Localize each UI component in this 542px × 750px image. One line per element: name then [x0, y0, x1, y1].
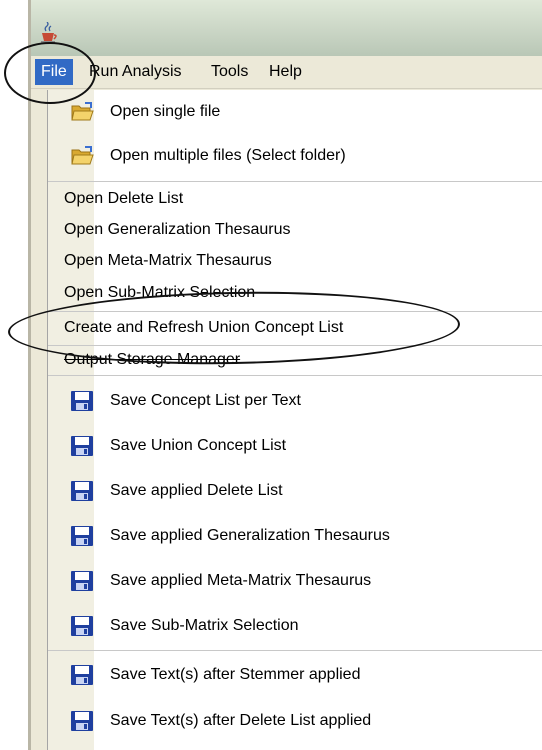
folder-open-icon — [70, 145, 94, 167]
floppy-disk-icon — [70, 570, 94, 592]
menu-item-label: Save Text(s) after Delete List applied — [110, 712, 372, 729]
menu-item-label: Open multiple files (Select folder) — [110, 147, 346, 164]
file-dropdown-menu: Open single file Open multiple files (Se… — [47, 90, 542, 750]
menu-run-analysis[interactable]: Run Analysis — [83, 59, 188, 85]
menu-item-save-applied-delete-list[interactable]: Save applied Delete List — [48, 468, 542, 514]
menu-item-save-text-after-stemmer[interactable]: Save Text(s) after Stemmer applied — [48, 652, 542, 698]
floppy-disk-icon — [70, 710, 94, 732]
menu-tools[interactable]: Tools — [205, 59, 254, 85]
menu-item-label: Open Meta-Matrix Thesaurus — [64, 252, 272, 269]
menu-item-save-applied-meta-matrix-thesaurus[interactable]: Save applied Meta-Matrix Thesaurus — [48, 558, 542, 604]
floppy-disk-icon — [70, 480, 94, 502]
folder-open-icon — [70, 101, 94, 123]
menu-separator — [48, 181, 542, 182]
floppy-disk-icon — [70, 664, 94, 686]
java-cup-icon — [41, 22, 57, 43]
menu-item-label: Open single file — [110, 103, 221, 120]
menu-help[interactable]: Help — [263, 59, 308, 85]
floppy-disk-icon — [70, 435, 94, 457]
menu-item-save-text-after-delete-list[interactable]: Save Text(s) after Delete List applied — [48, 698, 542, 744]
menu-item-save-applied-generalization-thesaurus[interactable]: Save applied Generalization Thesaurus — [48, 514, 542, 558]
menu-separator — [48, 650, 542, 651]
menu-item-open-meta-matrix-thesaurus[interactable]: Open Meta-Matrix Thesaurus — [48, 246, 542, 276]
menu-item-save-concept-list-per-text[interactable]: Save Concept List per Text — [48, 378, 542, 424]
floppy-disk-icon — [70, 525, 94, 547]
menu-item-label: Save Sub-Matrix Selection — [110, 617, 299, 634]
menu-item-label: Save Text(s) after Stemmer applied — [110, 666, 361, 683]
menu-item-label: Open Delete List — [64, 190, 184, 207]
menu-item-label: Save applied Generalization Thesaurus — [110, 527, 390, 544]
menu-item-label: Open Generalization Thesaurus — [64, 221, 291, 238]
menu-bar: File Run Analysis Tools Help — [31, 56, 542, 89]
floppy-disk-icon — [70, 615, 94, 637]
menu-item-save-sub-matrix-selection[interactable]: Save Sub-Matrix Selection — [48, 604, 542, 648]
menu-item-save-union-concept-list[interactable]: Save Union Concept List — [48, 424, 542, 468]
annotation-circle-file — [4, 42, 96, 104]
menu-item-label: Save Concept List per Text — [110, 392, 301, 409]
menu-item-open-multiple-files[interactable]: Open multiple files (Select folder) — [48, 134, 542, 178]
application-window: File Run Analysis Tools Help Open single… — [28, 0, 542, 750]
menu-separator — [48, 375, 542, 376]
title-bar — [31, 0, 542, 56]
menu-item-label: Save applied Meta-Matrix Thesaurus — [110, 572, 372, 589]
menu-item-label: Save applied Delete List — [110, 482, 283, 499]
menu-item-open-generalization-thesaurus[interactable]: Open Generalization Thesaurus — [48, 214, 542, 246]
menu-item-open-delete-list[interactable]: Open Delete List — [48, 184, 542, 214]
menu-item-open-single-file[interactable]: Open single file — [48, 90, 542, 134]
menu-item-label: Save Union Concept List — [110, 437, 287, 454]
floppy-disk-icon — [70, 390, 94, 412]
